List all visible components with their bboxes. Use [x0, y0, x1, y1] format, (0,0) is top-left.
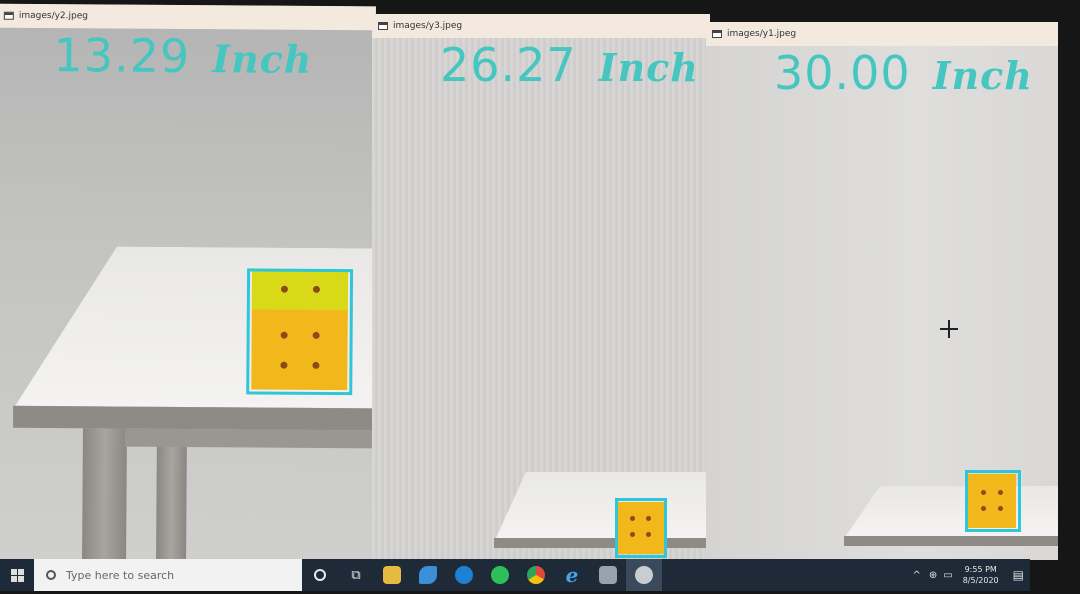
image-canvas: 30.00 Inch	[706, 46, 1058, 560]
crosshair-cursor-icon	[940, 320, 958, 338]
window-app-icon	[712, 30, 722, 38]
whatsapp-icon	[491, 566, 509, 584]
edge-icon	[455, 566, 473, 584]
edge-button[interactable]	[446, 559, 482, 591]
cortana-button[interactable]	[302, 559, 338, 591]
system-tray: ^ ⊕ ▭ 9:55 PM 8/5/2020 ▤	[912, 564, 1030, 586]
window-app-icon	[3, 11, 14, 20]
task-view-icon: ⧉	[351, 567, 361, 583]
detection-box	[615, 498, 667, 558]
taskbar-clock[interactable]: 9:55 PM 8/5/2020	[963, 564, 999, 586]
window-app-icon	[378, 22, 388, 30]
clock-time: 9:55 PM	[964, 565, 997, 574]
network-icon[interactable]: ⊕	[929, 570, 937, 581]
distance-readout: 30.00 Inch	[774, 46, 1033, 100]
table-rail	[124, 428, 375, 449]
window-titlebar[interactable]: images/y1.jpeg	[706, 22, 1058, 46]
file-explorer-button[interactable]	[374, 559, 410, 591]
chrome-icon	[527, 566, 545, 584]
file-explorer-icon	[383, 566, 401, 584]
clock-date: 8/5/2020	[962, 576, 999, 585]
start-button[interactable]	[0, 559, 34, 591]
search-placeholder: Type here to search	[66, 568, 175, 582]
search-icon	[46, 570, 56, 580]
monitor-screen: images/y2.jpeg 13.29 Inch images/y3.jpeg	[0, 0, 1080, 594]
distance-value: 30.00	[774, 46, 911, 100]
window-title: images/y2.jpeg	[18, 10, 89, 22]
chrome-button[interactable]	[518, 559, 554, 591]
app-icon-3	[635, 566, 653, 584]
app-button-2[interactable]	[590, 559, 626, 591]
internet-explorer-button[interactable]: e	[554, 559, 590, 591]
image-window-y2[interactable]: images/y2.jpeg 13.29 Inch	[0, 3, 376, 563]
distance-unit: Inch	[212, 36, 313, 82]
taskbar-search-box[interactable]: Type here to search	[34, 559, 302, 591]
image-canvas: 26.27 Inch	[372, 38, 710, 559]
app-icon	[419, 566, 437, 584]
whatsapp-button[interactable]	[482, 559, 518, 591]
table-top	[496, 472, 710, 538]
windows-logo-icon	[10, 568, 24, 582]
taskbar: Type here to search ⧉ e ^ ⊕ ▭ 9:55 PM 8/…	[0, 559, 1030, 591]
image-window-y1[interactable]: images/y1.jpeg 30.00 Inch	[706, 22, 1058, 560]
distance-readout: 26.27 Inch	[440, 38, 699, 92]
distance-value: 13.29	[53, 28, 191, 84]
tray-overflow-chevron-icon[interactable]: ^	[912, 570, 920, 581]
app-icon-2	[599, 566, 617, 584]
app-button-3[interactable]	[626, 559, 662, 591]
image-canvas: 13.29 Inch	[0, 27, 376, 563]
table-edge	[12, 405, 376, 431]
internet-explorer-icon: e	[565, 563, 579, 587]
window-titlebar[interactable]: images/y2.jpeg	[0, 3, 376, 31]
table-top	[846, 486, 1058, 536]
table-leg	[156, 428, 187, 563]
notifications-icon[interactable]: ▤	[1013, 568, 1024, 582]
table-leg	[82, 428, 127, 563]
table-edge	[844, 536, 1058, 546]
detection-box	[965, 470, 1021, 532]
distance-unit: Inch	[932, 53, 1033, 98]
distance-readout: 13.29 Inch	[53, 28, 312, 84]
image-window-y3[interactable]: images/y3.jpeg 26.27 Inch	[372, 14, 710, 559]
window-title: images/y3.jpeg	[393, 21, 463, 31]
distance-unit: Inch	[598, 45, 699, 90]
battery-icon[interactable]: ▭	[943, 570, 952, 581]
distance-value: 26.27	[440, 38, 577, 92]
app-button[interactable]	[410, 559, 446, 591]
detection-box	[246, 268, 354, 396]
table-edge	[494, 538, 710, 548]
cortana-icon	[314, 569, 326, 581]
task-view-button[interactable]: ⧉	[338, 559, 374, 591]
window-title: images/y1.jpeg	[727, 29, 797, 39]
window-titlebar[interactable]: images/y3.jpeg	[372, 14, 710, 38]
